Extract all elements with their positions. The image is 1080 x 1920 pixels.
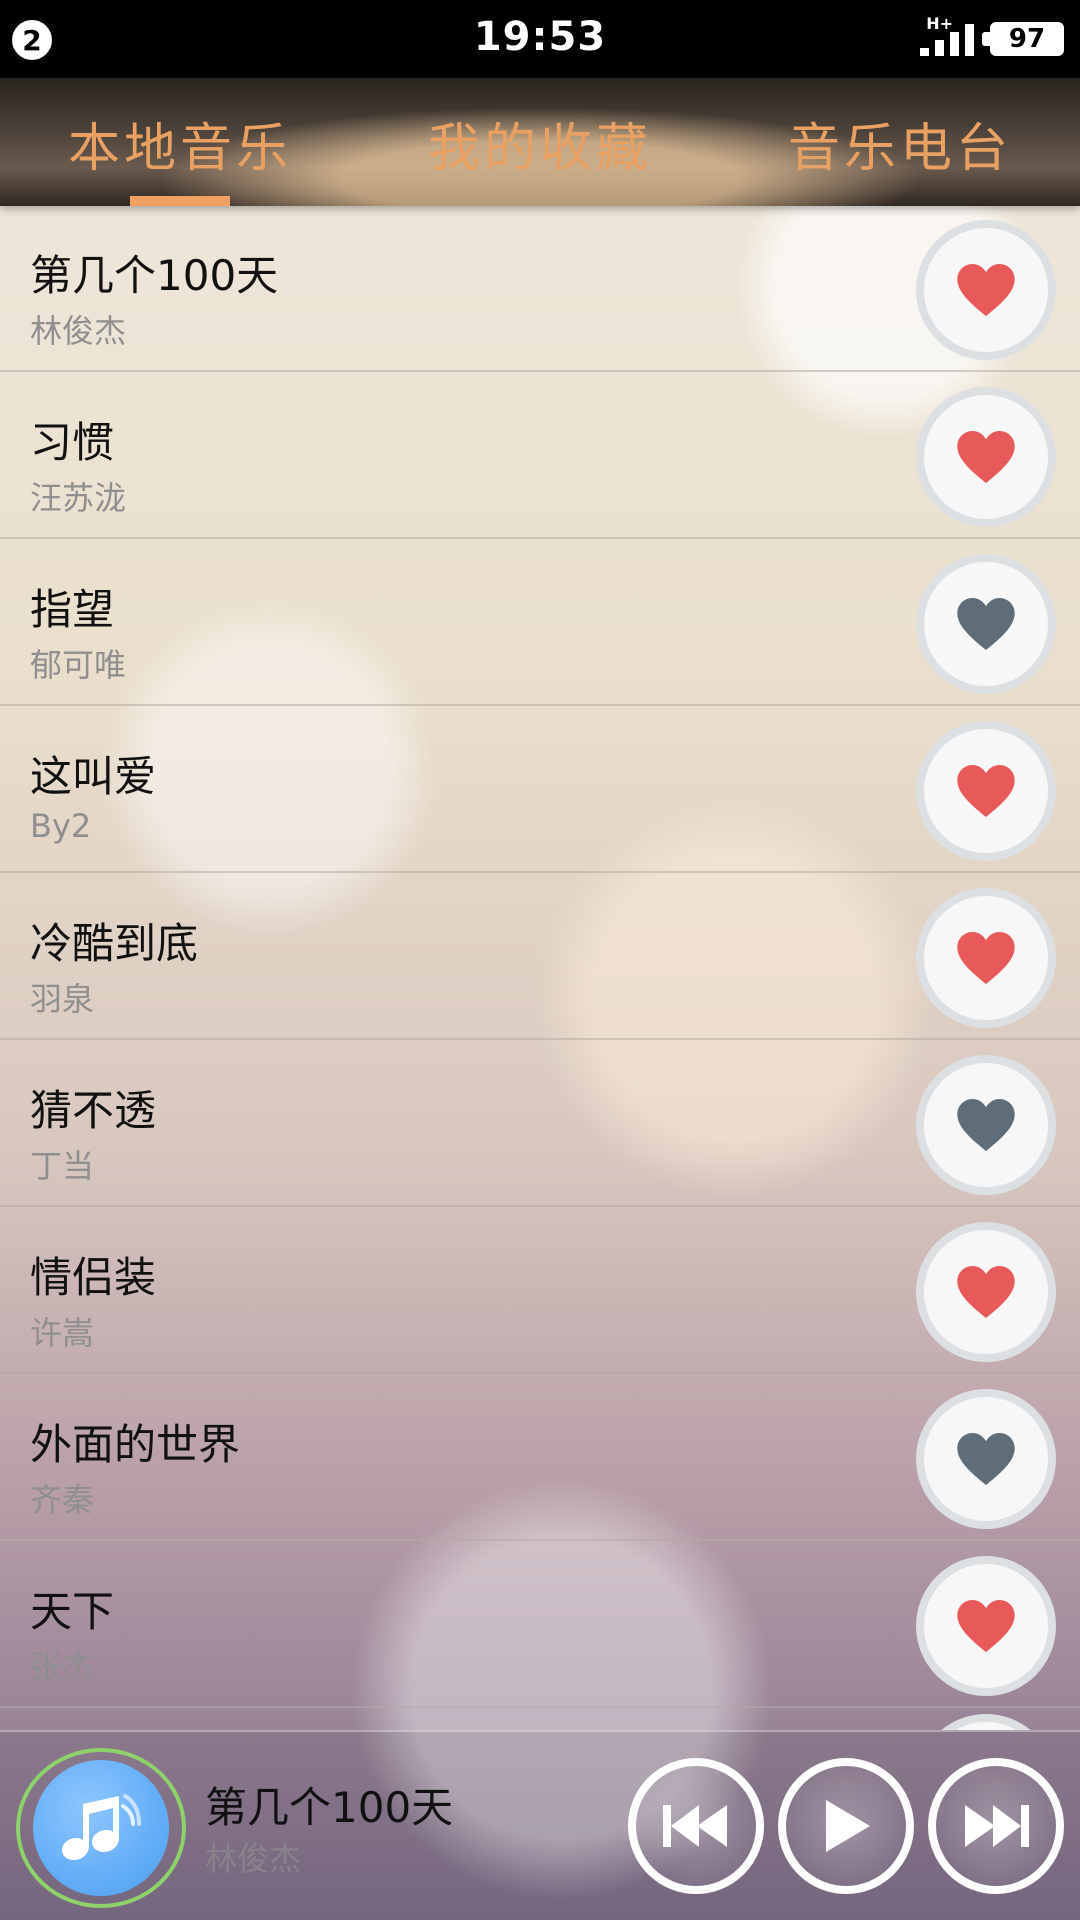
signal-icon (920, 18, 978, 56)
favorite-button[interactable] (916, 721, 1056, 861)
favorite-button[interactable] (916, 554, 1056, 694)
music-note-icon (62, 1794, 141, 1860)
favorite-button[interactable] (916, 1389, 1056, 1529)
song-title: 情侣装 (30, 1253, 157, 1302)
play-icon (826, 1800, 870, 1852)
song-artist: By2 (30, 807, 92, 845)
next-icon (965, 1805, 1029, 1847)
song-row[interactable]: 天下 张杰 (0, 1542, 1080, 1708)
favorite-button[interactable] (916, 1222, 1056, 1362)
song-artist: 汪苏泷 (30, 479, 127, 517)
previous-icon (663, 1805, 727, 1847)
favorite-button[interactable] (916, 387, 1056, 527)
song-artist: 羽泉 (30, 980, 95, 1018)
song-row[interactable]: 习惯 汪苏泷 (0, 373, 1080, 539)
song-title: 冷酷到底 (30, 919, 199, 968)
song-title: 外面的世界 (30, 1420, 241, 1469)
favorite-button[interactable] (916, 888, 1056, 1028)
heart-icon (957, 932, 1015, 984)
heart-icon (957, 1600, 1015, 1652)
now-playing-artist: 林俊杰 (205, 1840, 302, 1878)
song-artist: 张杰 (30, 1648, 95, 1686)
song-row[interactable]: 猜不透 丁当 (0, 1041, 1080, 1207)
song-row[interactable]: 第几个100天 林俊杰 (0, 206, 1080, 372)
song-row[interactable]: 冷酷到底 羽泉 (0, 874, 1080, 1040)
album-art (33, 1760, 169, 1896)
song-artist: 郁可唯 (30, 646, 127, 684)
album-art-button[interactable] (16, 1748, 186, 1908)
play-button[interactable] (778, 1758, 914, 1894)
tab-radio[interactable]: 音乐电台 (720, 106, 1080, 181)
song-title: 猜不透 (30, 1086, 157, 1135)
active-tab-indicator (130, 196, 230, 206)
song-row[interactable]: 这叫爱 By2 (0, 707, 1080, 873)
status-bar: 2 19:53 H+ 97 (0, 0, 1080, 78)
song-title: 这叫爱 (30, 752, 157, 801)
player-bar: 第几个100天 林俊杰 (0, 1730, 1080, 1920)
song-row[interactable]: 外面的世界 齐秦 (0, 1375, 1080, 1541)
song-row[interactable]: 指望 郁可唯 (0, 540, 1080, 706)
favorite-button[interactable] (916, 1055, 1056, 1195)
heart-icon (957, 598, 1015, 650)
tab-local-music[interactable]: 本地音乐 (0, 106, 360, 181)
song-artist: 许嵩 (30, 1314, 95, 1352)
song-artist: 林俊杰 (30, 312, 127, 350)
now-playing-title: 第几个100天 (205, 1783, 454, 1832)
clock: 19:53 (473, 14, 607, 60)
heart-icon (957, 765, 1015, 817)
song-artist: 丁当 (30, 1147, 95, 1185)
favorite-button[interactable] (916, 1714, 1056, 1730)
next-button[interactable] (928, 1758, 1064, 1894)
heart-icon (957, 1433, 1015, 1485)
song-title: 指望 (30, 585, 115, 634)
heart-icon (957, 264, 1015, 316)
favorite-button[interactable] (916, 1556, 1056, 1696)
song-title: 习惯 (30, 418, 115, 467)
tab-favorites[interactable]: 我的收藏 (360, 106, 720, 181)
heart-icon (957, 431, 1015, 483)
heart-icon (957, 1099, 1015, 1151)
favorite-button[interactable] (916, 220, 1056, 360)
song-artist: 齐秦 (30, 1481, 95, 1519)
tab-bar: 本地音乐 我的收藏 音乐电台 (0, 78, 1080, 206)
song-list[interactable]: 第几个100天 林俊杰 习惯 汪苏泷 指望 郁可唯 这叫爱 By2 冷酷到底 羽… (0, 206, 1080, 1730)
battery-icon: 97 (982, 22, 1064, 56)
heart-icon (957, 1266, 1015, 1318)
song-title: 第几个100天 (30, 251, 279, 300)
previous-button[interactable] (628, 1758, 764, 1894)
song-title: 天下 (30, 1587, 115, 1636)
song-row[interactable]: 情侣装 许嵩 (0, 1208, 1080, 1374)
